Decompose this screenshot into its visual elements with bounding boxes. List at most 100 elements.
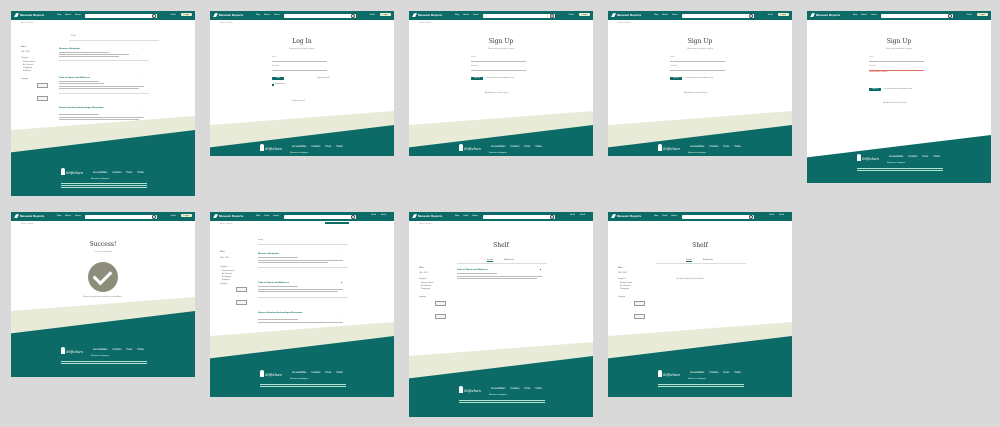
chevron-down-icon[interactable]: ⌄ <box>142 77 144 79</box>
breadcrumb[interactable]: Home » Search <box>220 223 232 225</box>
nav-link[interactable]: Home <box>871 14 877 16</box>
footer-link[interactable]: Twitter <box>137 349 144 351</box>
signup-link[interactable]: Create an account <box>292 101 305 102</box>
breadcrumb[interactable]: Home » Search <box>21 223 33 225</box>
nav-link[interactable]: Map <box>853 14 857 16</box>
password-field[interactable]: Password <box>869 66 924 71</box>
login-button[interactable]: Login <box>976 13 988 16</box>
footer-link[interactable]: Twitter <box>137 172 144 174</box>
footer-social[interactable]: Museum on Instagram <box>887 162 905 164</box>
footer-link[interactable]: Accessibilities <box>690 146 704 148</box>
footer-link[interactable]: Accessibilities <box>690 372 704 374</box>
footer-link[interactable]: Accessibilities <box>491 388 505 390</box>
login-button[interactable]: Login <box>180 13 192 16</box>
footer-link[interactable]: Press <box>723 146 729 148</box>
footer-link[interactable]: Twitter <box>336 372 343 374</box>
result-title[interactable]: Science Laboratory Archaeological Excava… <box>258 312 303 314</box>
footer-logo[interactable]: Stiftelsen <box>658 370 680 377</box>
category-item[interactable]: Photography <box>620 289 629 290</box>
result-title[interactable]: Science Laboratory Archaeological Excava… <box>59 107 104 109</box>
search-input[interactable] <box>284 214 356 219</box>
brand-logo[interactable]: Museum Reports <box>412 214 442 219</box>
login-button[interactable]: Login <box>578 13 590 16</box>
shelf-link[interactable]: Shelf <box>171 215 176 217</box>
footer-logo[interactable]: Stiftelsen <box>459 144 481 151</box>
shelf-link[interactable]: Shelf <box>569 14 574 16</box>
brand-logo[interactable]: Museum Reports <box>213 13 243 18</box>
footer-link[interactable]: Contacts <box>510 388 519 390</box>
email-field[interactable]: E-mail <box>869 57 924 62</box>
password-field[interactable]: Password <box>471 66 526 71</box>
result-title[interactable]: Trade of Objects and Wilderness <box>258 282 289 284</box>
footer-logo[interactable]: Stiftelsen <box>857 154 879 161</box>
shelf-link[interactable]: Shelf <box>580 214 585 216</box>
search-input[interactable] <box>682 13 754 18</box>
apply-button[interactable] <box>634 314 645 319</box>
footer-link[interactable]: Twitter <box>933 156 940 158</box>
breadcrumb[interactable]: Home » Search <box>21 22 33 24</box>
footer-link[interactable]: Press <box>325 372 331 374</box>
login-link[interactable]: Already have an account? Log in <box>684 93 707 94</box>
brand-logo[interactable]: Museum Reports <box>611 214 641 219</box>
nav-link[interactable]: Shelf <box>463 215 468 217</box>
brand-logo[interactable]: Museum Reports <box>810 13 840 18</box>
footer-social[interactable]: Museum on Instagram <box>290 152 308 154</box>
search-input[interactable] <box>682 214 754 219</box>
footer-link[interactable]: Accessibilities <box>889 156 903 158</box>
shelf-link[interactable]: Shelf <box>370 14 375 16</box>
result-title[interactable]: Museum of Antiquities <box>59 48 80 50</box>
footer-social[interactable]: Museum on Instagram <box>290 378 308 380</box>
terms-label[interactable]: I accept the terms and conditions of use <box>685 78 713 79</box>
nav-link[interactable]: Shelf <box>264 215 269 217</box>
search-icon[interactable] <box>550 215 554 219</box>
category-item[interactable]: Museum Reports <box>222 271 234 272</box>
apply-button[interactable] <box>37 96 48 101</box>
search-input[interactable] <box>85 13 157 18</box>
footer-link[interactable]: Contacts <box>311 146 320 148</box>
search-icon[interactable] <box>948 14 952 18</box>
footer-link[interactable]: Accessibilities <box>292 146 306 148</box>
nav-link[interactable]: Shelf <box>662 215 667 217</box>
footer-logo[interactable]: Stiftelsen <box>260 370 282 377</box>
footer-social[interactable]: Museum on Instagram <box>688 378 706 380</box>
footer-link[interactable]: Contacts <box>112 172 121 174</box>
login-link[interactable]: Already have an account? Log in <box>485 93 508 94</box>
bookmark-icon[interactable]: ■ <box>540 269 541 271</box>
footer-logo[interactable]: Stiftelsen <box>459 386 481 393</box>
password-field[interactable]: Password <box>272 66 327 71</box>
footer-logo[interactable]: Stiftelsen <box>61 347 83 354</box>
footer-link[interactable]: Twitter <box>734 146 741 148</box>
date-label[interactable]: 1800 - 2023 <box>21 52 30 53</box>
footer-social[interactable]: Museum on Instagram <box>91 178 109 180</box>
email-field[interactable]: E-mail <box>471 57 526 62</box>
nav-link[interactable]: Map <box>455 215 459 217</box>
password-field[interactable]: Password <box>670 66 725 71</box>
brand-logo[interactable]: Museum Reports <box>412 13 442 18</box>
nav-link[interactable]: Home <box>672 14 678 16</box>
date-label[interactable]: 1800 - 2023 <box>220 258 229 259</box>
nav-link[interactable]: About <box>861 14 867 16</box>
tab-bookmarks[interactable]: Bookmarks <box>703 259 713 261</box>
email-field[interactable]: E-mail <box>272 57 327 62</box>
category-item[interactable]: Art Collections <box>222 274 232 275</box>
search-input[interactable] <box>284 13 356 18</box>
brand-logo[interactable]: Museum Reports <box>14 214 44 219</box>
footer-link[interactable]: Press <box>524 146 530 148</box>
search-icon[interactable] <box>749 14 753 18</box>
shelf-link[interactable]: Shelf <box>381 214 386 216</box>
terms-label[interactable]: I accept the terms and conditions of use <box>486 78 514 79</box>
search-icon[interactable] <box>152 14 156 18</box>
shelf-link[interactable]: Shelf <box>171 14 176 16</box>
login-button[interactable]: Login <box>379 13 391 16</box>
nav-link[interactable]: About <box>65 215 71 217</box>
date-label[interactable]: 1800 - 2023 <box>419 273 428 274</box>
login-button[interactable]: Login <box>180 214 192 217</box>
footer-link[interactable]: Press <box>325 146 331 148</box>
category-item[interactable]: Exhibitions <box>222 280 230 281</box>
nav-link[interactable]: About <box>65 14 71 16</box>
nav-link[interactable]: Home <box>472 215 478 217</box>
search-icon[interactable] <box>550 14 554 18</box>
nav-link[interactable]: About <box>662 14 668 16</box>
nav-link[interactable]: About <box>264 14 270 16</box>
bookmark-icon[interactable]: ■ <box>341 282 342 284</box>
